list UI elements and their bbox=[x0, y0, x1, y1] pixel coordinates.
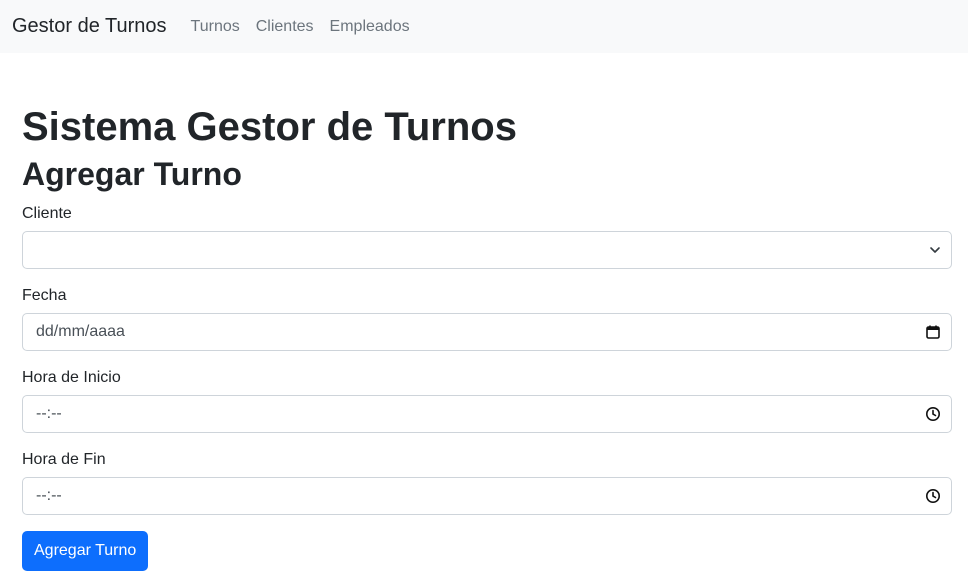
fecha-group: Fecha dd/mm/aaaa bbox=[22, 286, 952, 351]
hora-inicio-input[interactable]: --:-- bbox=[22, 395, 952, 433]
hora-fin-placeholder: --:-- bbox=[36, 487, 62, 504]
nav-link-turnos[interactable]: Turnos bbox=[191, 18, 240, 36]
fecha-input[interactable]: dd/mm/aaaa bbox=[22, 313, 952, 351]
main-container: Sistema Gestor de Turnos Agregar Turno C… bbox=[0, 103, 968, 571]
hora-fin-input[interactable]: --:-- bbox=[22, 477, 952, 515]
fecha-placeholder: dd/mm/aaaa bbox=[36, 323, 125, 340]
page-title: Sistema Gestor de Turnos bbox=[22, 105, 517, 149]
navbar: Gestor de Turnos Turnos Clientes Emplead… bbox=[0, 0, 968, 53]
agregar-turno-button[interactable]: Agregar Turno bbox=[22, 531, 149, 571]
chevron-down-icon bbox=[929, 244, 941, 256]
form-title: Agregar Turno bbox=[22, 156, 242, 192]
cliente-group: Cliente bbox=[22, 204, 952, 269]
clock-icon[interactable] bbox=[925, 488, 941, 504]
fecha-label: Fecha bbox=[22, 287, 67, 304]
calendar-icon[interactable] bbox=[925, 324, 941, 340]
nav-link-clientes[interactable]: Clientes bbox=[256, 18, 314, 36]
clock-icon[interactable] bbox=[925, 406, 941, 422]
hora-inicio-group: Hora de Inicio --:-- bbox=[22, 368, 952, 433]
hora-inicio-placeholder: --:-- bbox=[36, 405, 62, 422]
navbar-brand[interactable]: Gestor de Turnos bbox=[12, 15, 167, 38]
hora-fin-label: Hora de Fin bbox=[22, 451, 106, 468]
cliente-select[interactable] bbox=[22, 231, 952, 269]
hora-inicio-label: Hora de Inicio bbox=[22, 369, 121, 386]
cliente-label: Cliente bbox=[22, 205, 72, 222]
hora-fin-group: Hora de Fin --:-- bbox=[22, 450, 952, 515]
nav-link-empleados[interactable]: Empleados bbox=[330, 18, 410, 36]
